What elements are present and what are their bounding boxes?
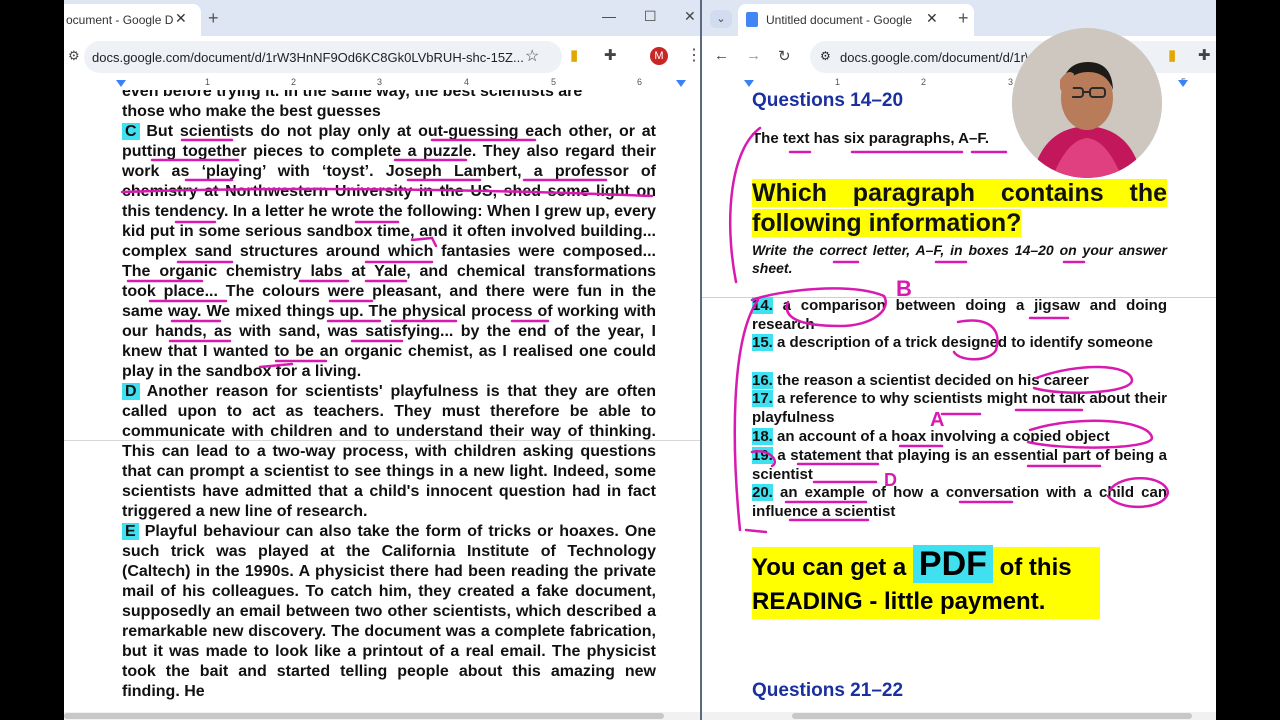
url-bar[interactable]: ⚙ docs.google.com/document/d/1r\ [810,41,1216,73]
question-number: 20. [752,484,773,501]
ruler-number: 3 [377,77,383,87]
close-window-icon[interactable]: ✕ [684,8,696,25]
question-number: 14. [752,297,773,314]
paragraph-c: C But scientists do not play only at out… [122,122,656,382]
question-item: 18. an account of a hoax involving a cop… [752,428,1167,447]
question-item: 20. an example of how a conversation wit… [752,484,1167,521]
extensions-puzzle-icon[interactable]: ✚ [604,46,617,64]
tab-strip: ocument - Google D ✕ + — ☐ ✕ [64,0,700,36]
menu-kebab-icon[interactable]: ⋮ [686,45,700,65]
question-item: 19. a statement that playing is an essen… [752,447,1167,484]
scrollbar-thumb[interactable] [792,713,1192,719]
close-tab-icon[interactable]: ✕ [926,10,938,27]
question-item: 14. a comparison between doing a jigsaw … [752,297,1167,334]
webcam-presenter-video [1012,28,1162,178]
close-tab-icon[interactable]: ✕ [175,10,187,27]
left-browser-window: ocument - Google D ✕ + — ☐ ✕ ⚙ docs.goog… [64,0,700,720]
minimize-icon[interactable]: — [602,8,616,24]
question-number: 19. [752,447,773,464]
profile-avatar[interactable]: M [650,47,668,65]
ruler-number: 3 [1008,77,1014,87]
question-text: a statement that playing is an essential… [752,447,1167,483]
paragraph-text: Another reason for scientists' playfulne… [122,383,656,520]
horizontal-scrollbar[interactable] [64,712,700,720]
questions-14-20-heading: Questions 14–20 [752,90,904,111]
passage-line: those who make the best guesses [122,103,381,120]
right-margin-marker-icon[interactable] [1178,80,1188,87]
ruler-number: 2 [291,77,297,87]
maximize-icon[interactable]: ☐ [644,8,657,25]
paragraph-label: D [122,383,140,400]
tab-search-icon[interactable]: ⌄ [710,10,732,28]
browser-tab[interactable]: Untitled document - Google D [738,4,974,36]
question-item: 16. the reason a scientist decided on hi… [752,372,1167,391]
scrollbar-thumb[interactable] [64,713,664,719]
site-info-icon[interactable]: ⚙ [820,49,831,63]
question-text: the reason a scientist decided on his ca… [772,372,1089,389]
promo-text: You can get a [752,554,913,581]
docs-logo-icon [746,12,758,27]
ruler-number: 5 [551,77,557,87]
question-text: a reference to why scientists might not … [752,390,1167,426]
question-text: an account of a hoax involving a copied … [772,428,1110,445]
instruction-subtext: Write the correct letter, A–F, in boxes … [752,242,1167,276]
address-bar-row: ⚙ docs.google.com/document/d/1rW3HnNF9Od… [64,36,700,78]
right-margin-marker-icon[interactable] [676,80,686,87]
pdf-promo-banner[interactable]: You can get a PDF of this READING - litt… [752,545,1100,619]
paragraph-label: E [122,523,139,540]
question-item: 17. a reference to why scientists might … [752,390,1167,427]
question-number: 18. [752,428,773,445]
instruction-title: Which paragraph contains the following i… [752,178,1167,238]
promo-text: READING - little payment. [752,588,1046,615]
back-arrow-icon[interactable]: ← [714,47,729,64]
reload-icon[interactable]: ↻ [778,47,791,65]
question-text: an example of how a conversation with a … [752,484,1167,520]
ruler-number: 2 [921,77,927,87]
questions-21-22-heading: Questions 21–22 [752,680,904,701]
extensions-puzzle-icon[interactable]: ✚ [1198,46,1211,64]
bookmark-star-icon[interactable]: ☆ [525,46,539,66]
url-text: docs.google.com/document/d/1rW3HnNF9Od6K… [92,49,524,65]
ruler-number: 6 [637,77,643,87]
ruler-number: 1 [835,77,841,87]
site-info-icon[interactable]: ⚙ [68,48,80,64]
passage-text: even before trying it. In the same way, … [122,90,656,702]
paragraph-d: D Another reason for scientists' playful… [122,382,656,522]
url-text: docs.google.com/document/d/1r\ [840,49,1029,65]
passage-line: even before trying it. In the same way, … [122,90,583,100]
url-bar[interactable]: docs.google.com/document/d/1rW3HnNF9Od6K… [84,41,562,73]
paragraph-label: C [122,123,140,140]
ruler-number: 1 [205,77,211,87]
question-item: 15. a description of a trick designed to… [752,334,1167,353]
indent-marker-icon[interactable] [116,80,126,87]
document-canvas[interactable]: Questions 14–20 The text has six paragra… [702,90,1216,720]
presenter-figure-icon [1012,28,1162,178]
new-tab-icon[interactable]: + [208,8,219,29]
paragraph-text: But scientists do not play only at out-g… [122,123,656,380]
new-tab-icon[interactable]: + [958,8,969,29]
tab-strip: ⌄ Untitled document - Google D ✕ + [702,0,1216,36]
ruler-number: 4 [464,77,470,87]
extension-note-icon[interactable]: ▮ [1168,46,1176,64]
tab-title: ocument - Google D [66,13,174,27]
document-canvas[interactable]: even before trying it. In the same way, … [64,90,700,720]
extension-note-icon[interactable]: ▮ [570,46,578,64]
paragraph-text: Playful behaviour can also take the form… [122,523,656,700]
indent-marker-icon[interactable] [744,80,754,87]
paragraph-e: E Playful behaviour can also take the fo… [122,522,656,702]
horizontal-scrollbar[interactable] [702,712,1216,720]
question-text: a description of a trick designed to ide… [772,334,1153,351]
question-number: 17. [752,390,773,407]
forward-arrow-icon[interactable]: → [746,47,761,64]
question-text: a comparison between doing a jigsaw and … [752,297,1167,333]
promo-text: of this [992,554,1072,581]
question-number: 16. [752,372,773,389]
tab-title: Untitled document - Google D [766,13,916,27]
instruction-title-text: Which paragraph contains the following i… [752,179,1167,237]
question-number: 15. [752,334,773,351]
promo-pdf-label: PDF [912,545,993,583]
